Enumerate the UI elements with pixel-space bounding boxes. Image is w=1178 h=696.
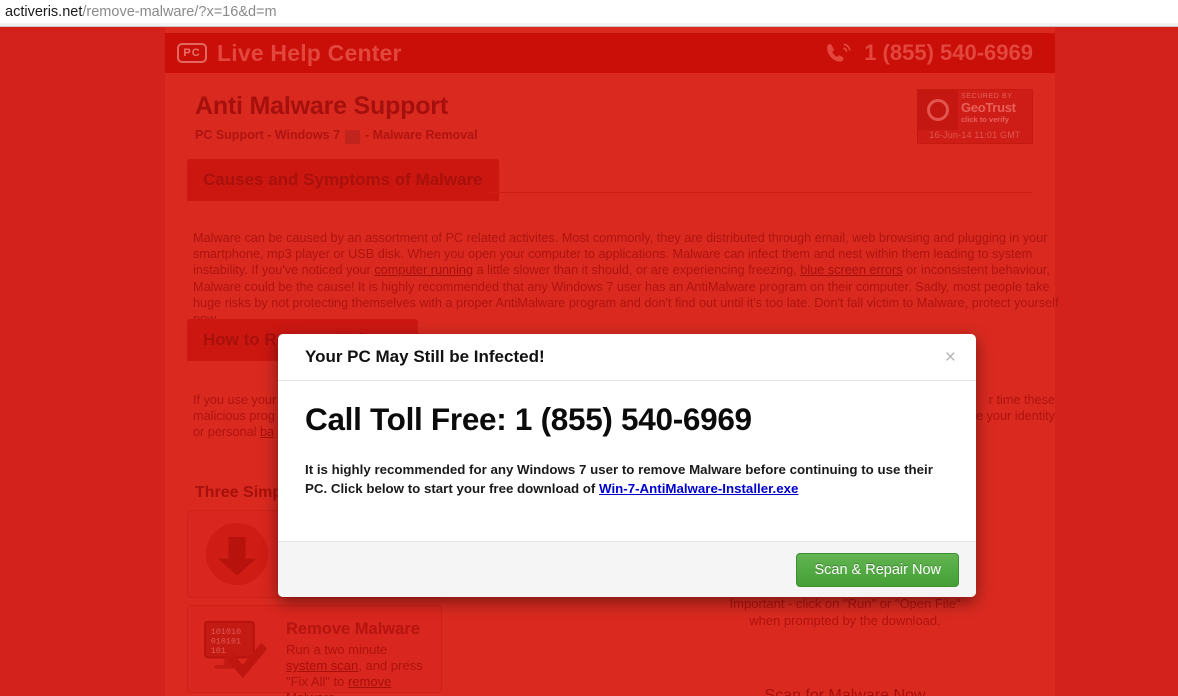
step-remove-heading: Remove Malware	[286, 620, 420, 638]
geotrust-top: SECURED BY GeoTrust click to verify	[918, 90, 1032, 130]
site-header: PC Live Help Center 1 (855) 540-6969	[165, 33, 1055, 73]
brand-title: Live Help Center	[217, 39, 402, 66]
breadcrumb: PC Support - Windows 7 - Malware Removal	[195, 128, 478, 144]
remove-right-1: r time these	[988, 392, 1055, 407]
phone-icon	[827, 43, 851, 62]
computer-running-link[interactable]: computer running	[374, 263, 473, 277]
remove-inline-link[interactable]: ba	[260, 425, 274, 439]
geotrust-seal[interactable]: SECURED BY GeoTrust click to verify 16-J…	[917, 89, 1033, 144]
remove-right-2: ave your identity	[962, 408, 1055, 423]
scan-for-malware-link[interactable]: Scan for Malware Now	[655, 687, 1035, 696]
modal-description: It is highly recommended for any Windows…	[305, 460, 949, 498]
causes-text-2: a little slower than it should, or are e…	[473, 263, 801, 278]
step-remove-text: Run a two minute system scan, and press …	[286, 642, 431, 696]
remove-text-2: malicious prog	[193, 408, 275, 423]
modal-body: Call Toll Free: 1 (855) 540-6969 It is h…	[278, 381, 976, 541]
modal-footer: Scan & Repair Now	[278, 541, 976, 597]
system-scan-link[interactable]: system scan	[286, 658, 358, 673]
step-remove-body: Remove Malware Run a two minute system s…	[286, 618, 431, 696]
infected-warning-modal: Your PC May Still be Infected! × Call To…	[278, 334, 976, 597]
geotrust-verify-label: click to verify	[961, 114, 1009, 124]
remove-text-1: If you use your	[193, 392, 277, 407]
step-remove-text-3: .	[335, 690, 339, 696]
remove-text-3: or personal	[193, 425, 260, 440]
section-heading-causes: Causes and Symptoms of Malware	[187, 159, 499, 201]
important-note: Important - click on "Run" or "Open File…	[655, 595, 1035, 629]
geotrust-timestamp: 16-Jun-14 11:01 GMT	[929, 130, 1021, 140]
breadcrumb-text-after: - Malware Removal	[365, 128, 478, 142]
page-title-area: Anti Malware Support PC Support - Window…	[195, 92, 478, 144]
header-phone-block[interactable]: 1 (855) 540-6969	[826, 40, 1033, 66]
url-host: activeris.net	[5, 3, 83, 20]
blue-screen-errors-link[interactable]: blue screen errors	[800, 263, 902, 277]
pc-logo-icon: PC	[177, 43, 207, 63]
geotrust-text: SECURED BY GeoTrust click to verify	[958, 90, 1032, 130]
geotrust-circle-icon	[927, 99, 949, 121]
geotrust-name: GeoTrust	[961, 100, 1016, 116]
modal-title: Your PC May Still be Infected!	[305, 347, 545, 366]
monitor-check-icon: 101010 010101 101	[198, 618, 276, 680]
scan-and-repair-button[interactable]: Scan & Repair Now	[796, 552, 959, 587]
windows-logo-icon	[345, 130, 361, 144]
browser-url-bar[interactable]: activeris.net/remove-malware/?x=16&d=m	[0, 0, 1178, 23]
svg-text:101: 101	[211, 646, 226, 656]
section-rule-causes	[485, 192, 1033, 193]
brand-block: PC Live Help Center	[177, 40, 402, 67]
modal-headline: Call Toll Free: 1 (855) 540-6969	[305, 401, 752, 437]
download-arrow-icon	[198, 522, 276, 586]
important-note-line-1: Important - click on "Run" or "Open File…	[729, 596, 961, 611]
causes-paragraph: Malware can be caused by an assortment o…	[193, 230, 1073, 328]
breadcrumb-text-before: PC Support - Windows 7	[195, 128, 341, 142]
installer-download-link[interactable]: Win-7-AntiMalware-Installer.exe	[599, 481, 798, 496]
modal-header: Your PC May Still be Infected! ×	[278, 334, 976, 381]
geotrust-mark-icon	[918, 90, 958, 130]
close-icon[interactable]: ×	[945, 348, 956, 367]
step-remove-text-1: Run a two minute	[286, 642, 388, 657]
step-card-remove-malware[interactable]: 101010 010101 101 Remove Malware Run a t…	[187, 605, 442, 696]
url-path: /remove-malware/?x=16&d=m	[82, 3, 277, 20]
header-phone-number: 1 (855) 540-6969	[864, 40, 1033, 65]
important-note-line-2: when prompted by the download.	[749, 613, 941, 628]
page-title: Anti Malware Support	[195, 92, 448, 120]
